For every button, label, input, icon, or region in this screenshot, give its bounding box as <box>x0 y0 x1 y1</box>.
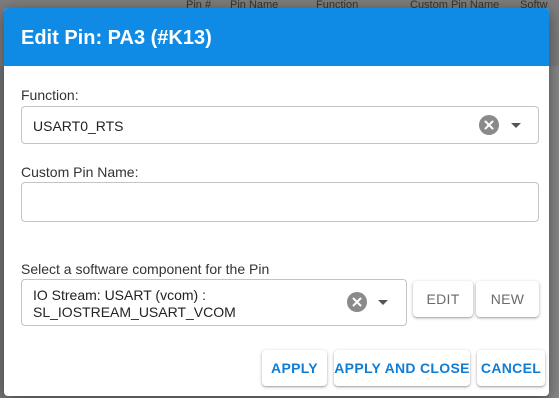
chevron-down-icon[interactable] <box>511 123 521 128</box>
function-select-value: USART0_RTS <box>33 118 124 134</box>
new-button[interactable]: NEW <box>476 281 539 317</box>
bg-right-strip <box>549 66 559 398</box>
function-label: Function: <box>21 87 79 103</box>
edit-pin-dialog: Edit Pin: PA3 (#K13) Function: USART0_RT… <box>4 8 549 396</box>
apply-button[interactable]: APPLY <box>262 350 327 386</box>
chevron-down-icon[interactable] <box>378 300 388 305</box>
edit-button[interactable]: EDIT <box>413 281 473 317</box>
cancel-button[interactable]: CANCEL <box>477 350 545 386</box>
dialog-header: Edit Pin: PA3 (#K13) <box>4 8 549 66</box>
function-select[interactable]: USART0_RTS <box>21 106 539 144</box>
dialog-title: Edit Pin: PA3 (#K13) <box>21 27 212 49</box>
custom-pin-name-label: Custom Pin Name: <box>21 164 139 180</box>
software-component-select[interactable]: IO Stream: USART (vcom) : SL_IOSTREAM_US… <box>21 279 407 326</box>
software-component-label: Select a software component for the Pin <box>21 261 270 277</box>
apply-and-close-button[interactable]: APPLY AND CLOSE <box>334 350 470 386</box>
software-component-value-line2: SL_IOSTREAM_USART_VCOM <box>33 304 236 320</box>
custom-pin-name-input[interactable] <box>21 182 539 222</box>
software-component-value-line1: IO Stream: USART (vcom) : <box>33 287 206 303</box>
clear-icon[interactable] <box>479 115 499 135</box>
clear-icon[interactable] <box>347 292 367 312</box>
